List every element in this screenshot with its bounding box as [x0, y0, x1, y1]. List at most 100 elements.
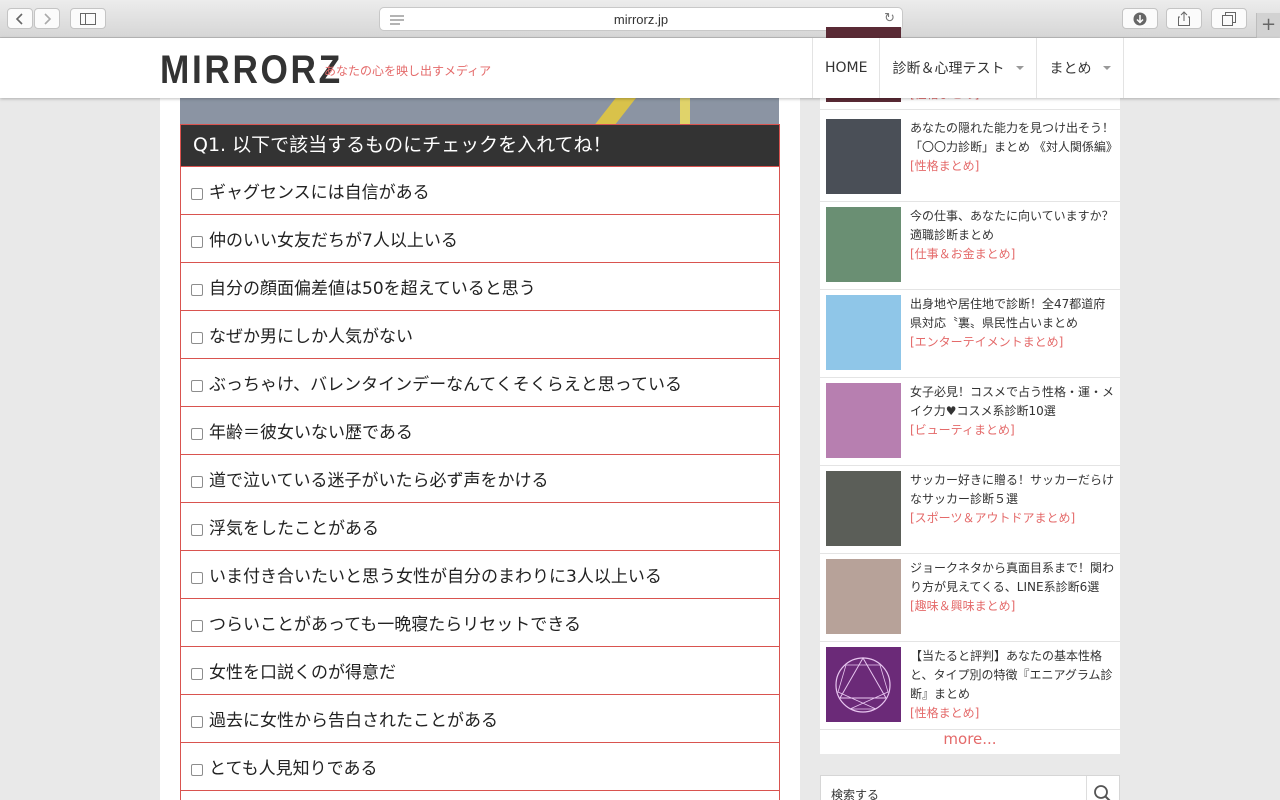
sidebar-icon — [80, 12, 96, 25]
article-title[interactable]: 今の仕事、あなたに向いていますか？適職診断まとめ — [910, 207, 1116, 245]
question-box: Q1. 以下で該当するものにチェックを入れてね！ ギャグセンスには自信がある 仲… — [180, 124, 780, 800]
checkbox[interactable] — [191, 427, 203, 440]
article-title[interactable]: サッカー好きに贈る！サッカーだらけなサッカー診断５選 — [910, 471, 1116, 509]
article-category[interactable]: [スポーツ＆アウトドアまとめ] — [910, 509, 1116, 528]
article-thumbnail[interactable] — [826, 559, 901, 634]
article-thumbnail[interactable] — [826, 295, 901, 370]
sidebar-article[interactable]: 今の仕事、あなたに向いていますか？適職診断まとめ [仕事＆お金まとめ] — [820, 202, 1120, 290]
checkbox[interactable] — [191, 619, 203, 632]
nav-label: 診断＆心理テスト — [892, 61, 1005, 77]
checklist-label: 年齢＝彼女いない歴である — [209, 423, 413, 443]
checkbox[interactable] — [191, 379, 203, 392]
tabs-icon — [1222, 11, 1236, 26]
hero-decoration — [593, 98, 643, 124]
checklist-label: 過去に女性から告白されたことがある — [209, 711, 498, 731]
hero-decoration — [680, 98, 690, 124]
downloads-button[interactable] — [1122, 8, 1158, 29]
main-content: Q1. 以下で該当するものにチェックを入れてね！ ギャグセンスには自信がある 仲… — [160, 98, 800, 800]
article-category[interactable]: [ビューティまとめ] — [910, 421, 1116, 440]
new-tab-button[interactable]: + — [1256, 13, 1280, 38]
checklist-item[interactable]: 浮気をしたことがある — [181, 502, 779, 550]
checklist-item[interactable]: とても人見知りである — [181, 742, 779, 790]
article-thumbnail[interactable] — [826, 119, 901, 194]
article-category[interactable]: [仕事＆お金まとめ] — [910, 245, 1116, 264]
checklist-item[interactable]: 道で泣いている迷子がいたら必ず声をかける — [181, 454, 779, 502]
article-thumbnail[interactable] — [826, 471, 901, 546]
site-header: MIRRORZ あなたの心を映し出すメディア HOME 診断＆心理テスト まとめ — [0, 38, 1280, 98]
nav-diagnosis[interactable]: 診断＆心理テスト — [879, 38, 1036, 98]
article-title[interactable]: ジョークネタから真面目系まで！関わり方が見えてくる、LINE系診断6選 — [910, 559, 1116, 597]
checklist-item[interactable]: 自分の顔面偏差値は50を超えていると思う — [181, 262, 779, 310]
checklist-item[interactable]: いま付き合いたいと思う女性が自分のまわりに3人以上いる — [181, 550, 779, 598]
checklist-item[interactable]: 過去に女性から告白されたことがある — [181, 694, 779, 742]
article-title[interactable]: あなたの隠れた能力を見つけ出そう！「〇〇力診断」まとめ 《対人関係編》 — [910, 119, 1118, 157]
article-thumbnail[interactable] — [826, 383, 901, 458]
caret-down-icon — [1103, 66, 1112, 70]
search-box[interactable]: 検索する — [820, 775, 1120, 800]
article-thumbnail[interactable] — [826, 207, 901, 282]
checkbox[interactable] — [191, 475, 203, 488]
sidebar: [性格まとめ] あなたの隠れた能力を見つけ出そう！「〇〇力診断」まとめ 《対人関… — [820, 27, 1120, 754]
article-title[interactable]: 【当たると評判】あなたの基本性格と、タイプ別の特徴『エニアグラム診断』まとめ — [910, 647, 1116, 704]
checklist-label: つらいことがあっても一晩寝たらリセットできる — [209, 615, 581, 635]
article-category[interactable]: [性格まとめ] — [910, 704, 1116, 723]
article-thumbnail[interactable] — [826, 647, 901, 722]
checkbox[interactable] — [191, 763, 203, 776]
question-title: Q1. 以下で該当するものにチェックを入れてね！ — [181, 125, 779, 166]
sidebar-article[interactable]: 【当たると評判】あなたの基本性格と、タイプ別の特徴『エニアグラム診断』まとめ [性… — [820, 642, 1120, 730]
search-icon[interactable] — [1093, 784, 1111, 800]
checklist-item[interactable]: ギャグセンスには自信がある — [181, 166, 779, 214]
checklist-item[interactable] — [181, 790, 779, 800]
checkbox[interactable] — [191, 715, 203, 728]
nav-matome[interactable]: まとめ — [1036, 38, 1125, 98]
checkbox[interactable] — [191, 235, 203, 248]
article-title[interactable]: 出身地や居住地で診断！全47都道府県対応〝裏〟県民性占いまとめ — [910, 295, 1116, 333]
checklist-item[interactable]: つらいことがあっても一晩寝たらリセットできる — [181, 598, 779, 646]
search-label: 検索する — [831, 788, 880, 800]
chevron-left-icon — [15, 12, 23, 25]
checkbox[interactable] — [191, 187, 203, 200]
article-title[interactable]: 女子必見！コスメで占う性格・運・メイク力♥コスメ系診断10選 — [910, 383, 1116, 421]
hero-image — [180, 98, 779, 124]
sidebar-toggle-button[interactable] — [70, 8, 106, 29]
checklist-label: 浮気をしたことがある — [209, 519, 379, 539]
article-category[interactable]: [趣味＆興味まとめ] — [910, 597, 1116, 616]
checklist-label: とても人見知りである — [209, 759, 378, 779]
checkbox[interactable] — [191, 667, 203, 680]
article-category[interactable]: [エンターテイメントまとめ] — [910, 333, 1116, 352]
checklist-label: 自分の顔面偏差値は50を超えていると思う — [209, 279, 536, 299]
sidebar-article[interactable]: サッカー好きに贈る！サッカーだらけなサッカー診断５選 [スポーツ＆アウトドアまとめ… — [820, 466, 1120, 554]
checkbox[interactable] — [191, 331, 203, 344]
checklist-item[interactable]: 仲のいい女友だちが7人以上いる — [181, 214, 779, 262]
nav-label: HOME — [825, 60, 868, 76]
checklist-item[interactable]: 女性を口説くのが得意だ — [181, 646, 779, 694]
checklist-label: 女性を口説くのが得意だ — [209, 663, 396, 683]
checkbox[interactable] — [191, 283, 203, 296]
download-icon — [1133, 12, 1147, 25]
main-nav: HOME 診断＆心理テスト まとめ — [812, 38, 1125, 98]
share-button[interactable] — [1166, 8, 1202, 29]
nav-home[interactable]: HOME — [812, 38, 879, 98]
article-category[interactable]: [性格まとめ] — [910, 157, 1116, 176]
sidebar-article[interactable]: 出身地や居住地で診断！全47都道府県対応〝裏〟県民性占いまとめ [エンターテイメン… — [820, 290, 1120, 378]
checklist-label: ギャグセンスには自信がある — [209, 183, 430, 203]
tabs-button[interactable] — [1211, 8, 1247, 29]
site-tagline: あなたの心を映し出すメディア — [324, 64, 492, 78]
checklist-item[interactable]: なぜか男にしか人気がない — [181, 310, 779, 358]
checklist-item[interactable]: 年齢＝彼女いない歴である — [181, 406, 779, 454]
share-icon — [1178, 11, 1190, 26]
checklist-label: なぜか男にしか人気がない — [209, 327, 413, 347]
sidebar-article[interactable]: あなたの隠れた能力を見つけ出そう！「〇〇力診断」まとめ 《対人関係編》 [性格まと… — [820, 114, 1120, 202]
more-link[interactable]: more... — [820, 730, 1120, 748]
sidebar-article[interactable]: ジョークネタから真面目系まで！関わり方が見えてくる、LINE系診断6選 [趣味＆興… — [820, 554, 1120, 642]
checkbox[interactable] — [191, 523, 203, 536]
caret-down-icon — [1016, 66, 1025, 70]
enneagram-icon — [835, 656, 891, 713]
back-button[interactable] — [7, 8, 33, 29]
forward-button[interactable] — [34, 8, 60, 29]
site-logo[interactable]: MIRRORZ — [160, 50, 343, 90]
checklist-item[interactable]: ぶっちゃけ、バレンタインデーなんてくそくらえと思っている — [181, 358, 779, 406]
checklist-label: いま付き合いたいと思う女性が自分のまわりに3人以上いる — [209, 567, 662, 587]
checkbox[interactable] — [191, 571, 203, 584]
sidebar-article[interactable]: 女子必見！コスメで占う性格・運・メイク力♥コスメ系診断10選 [ビューティまとめ] — [820, 378, 1120, 466]
